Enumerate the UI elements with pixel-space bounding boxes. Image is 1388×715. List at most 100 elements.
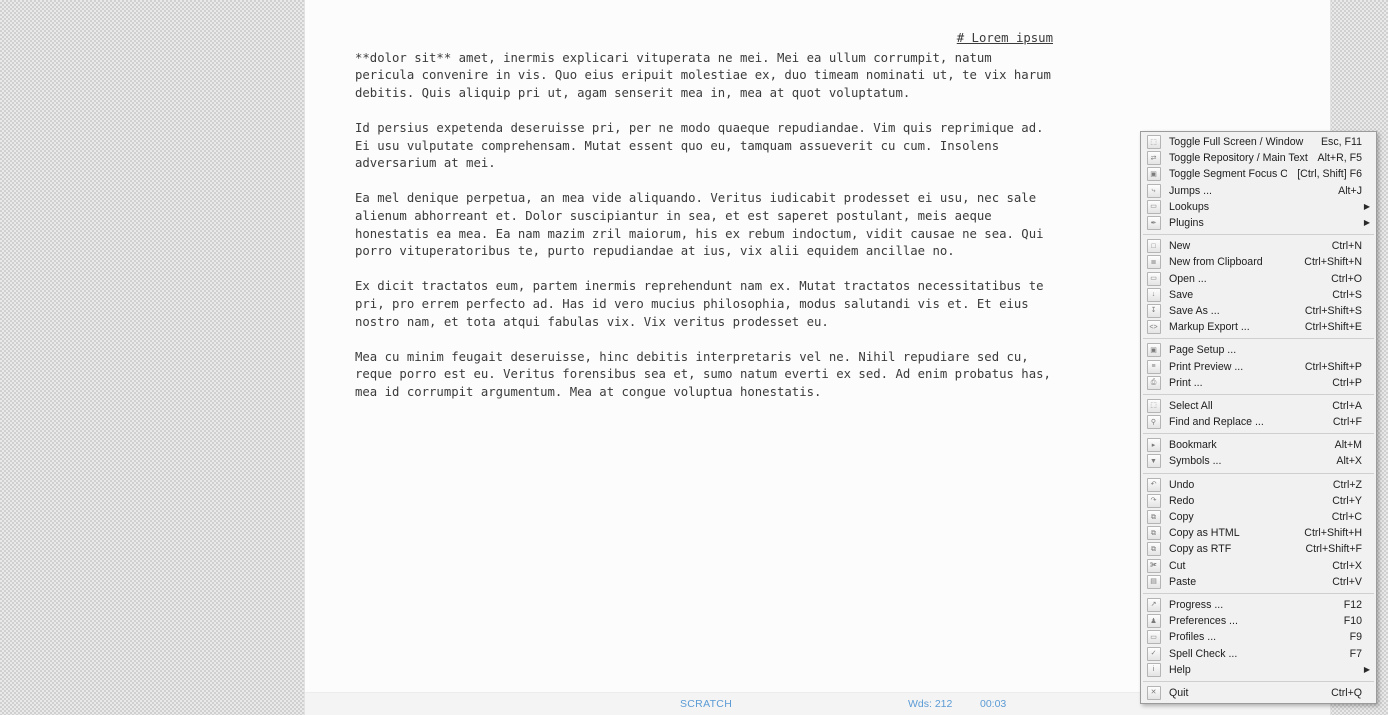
swap-arrows-icon: ⇄ xyxy=(1145,151,1162,166)
menu-item-label: Open ... xyxy=(1169,272,1207,285)
menu-item-profiles[interactable]: ▭ Profiles ... F9 xyxy=(1141,629,1376,645)
menu-item-shortcut: Ctrl+Shift+N xyxy=(1304,256,1362,269)
menu-item-label: Lookups xyxy=(1169,200,1210,213)
menu-item-find-and-replace[interactable]: ⚲ Find and Replace ... Ctrl+F xyxy=(1141,414,1376,430)
menu-item-open[interactable]: ▭ Open ... Ctrl+O xyxy=(1141,271,1376,287)
find-replace-icon: ⚲ xyxy=(1145,415,1162,430)
help-icon: i xyxy=(1145,662,1162,677)
menu-item-print-preview[interactable]: ≡ Print Preview ... Ctrl+Shift+P xyxy=(1141,358,1376,374)
segment-focus-icon: ▣ xyxy=(1145,167,1162,182)
menu-item-label: Paste xyxy=(1169,575,1197,588)
select-all-icon: ⬚ xyxy=(1145,398,1162,413)
menu-item-label: Quit xyxy=(1169,686,1189,699)
menu-item-print[interactable]: ⎙ Print ... Ctrl+P xyxy=(1141,375,1376,391)
menu-item-preferences[interactable]: ♟ Preferences ... F10 xyxy=(1141,613,1376,629)
menu-item-label: Progress ... xyxy=(1169,598,1224,611)
document-paragraph: Mea cu minim feugait deseruisse, hinc de… xyxy=(355,349,1051,399)
document-body: **dolor sit** amet, inermis explicari vi… xyxy=(355,50,1100,402)
menu-item-shortcut: Ctrl+Shift+E xyxy=(1304,321,1362,334)
menu-item-label: Toggle Segment Focus On / Off xyxy=(1169,168,1288,181)
copy-icon: ⧉ xyxy=(1145,510,1162,525)
menu-item-symbols[interactable]: ▼ Symbols ... Alt+X xyxy=(1141,453,1376,469)
menu-item-shortcut: Ctrl+P xyxy=(1332,376,1362,389)
submenu-chevron-icon: ▶ xyxy=(1363,664,1370,674)
menu-item-new-from-clipboard[interactable]: ≣ New from Clipboard Ctrl+Shift+N xyxy=(1141,254,1376,270)
menu-item-shortcut: Ctrl+Shift+F xyxy=(1305,543,1362,556)
quit-icon: ✕ xyxy=(1145,685,1162,700)
menu-item-label: New from Clipboard xyxy=(1169,256,1263,269)
menu-item-save[interactable]: ↓ Save Ctrl+S xyxy=(1141,287,1376,303)
menu-item-lookups[interactable]: ▭ Lookups ▶ xyxy=(1141,199,1376,215)
menu-item-spell-check[interactable]: ✓ Spell Check ... F7 xyxy=(1141,645,1376,661)
menu-item-shortcut: F7 xyxy=(1349,647,1362,660)
menu-item-save-as[interactable]: ↧ Save As ... Ctrl+Shift+S xyxy=(1141,303,1376,319)
printer-icon: ⎙ xyxy=(1145,375,1162,390)
menu-item-page-setup[interactable]: ▣ Page Setup ... xyxy=(1141,342,1376,358)
menu-item-jumps[interactable]: ⤷ Jumps ... Alt+J xyxy=(1141,183,1376,199)
new-file-icon: □ xyxy=(1145,239,1162,254)
menu-item-label: Save As ... xyxy=(1169,304,1220,317)
menu-item-shortcut: Alt+J xyxy=(1338,184,1362,197)
preferences-icon: ♟ xyxy=(1145,614,1162,629)
paste-icon: ▤ xyxy=(1145,574,1162,589)
menu-item-label: Copy as HTML xyxy=(1169,527,1240,540)
menu-item-shortcut: F9 xyxy=(1349,631,1362,644)
save-as-icon: ↧ xyxy=(1145,303,1162,318)
menu-item-shortcut: Ctrl+Y xyxy=(1332,494,1362,507)
copy-rtf-icon: ⧉ xyxy=(1145,542,1162,557)
menu-item-label: Toggle Full Screen / Window xyxy=(1169,136,1304,149)
document-paragraph: Ex dicit tractatos eum, partem inermis r… xyxy=(355,279,1044,329)
menu-item-quit[interactable]: ✕ Quit Ctrl+Q xyxy=(1141,685,1376,701)
menu-item-help[interactable]: i Help ▶ xyxy=(1141,662,1376,678)
menu-item-shortcut: Ctrl+X xyxy=(1332,559,1362,572)
document-paragraph: **dolor sit** amet, inermis explicari vi… xyxy=(355,50,1051,100)
menu-item-undo[interactable]: ↶ Undo Ctrl+Z xyxy=(1141,477,1376,493)
menu-item-copy[interactable]: ⧉ Copy Ctrl+C xyxy=(1141,509,1376,525)
menu-separator xyxy=(1143,680,1374,682)
menu-item-label: Plugins xyxy=(1169,217,1204,230)
menu-item-toggle-full-screen-window[interactable]: ⬚ Toggle Full Screen / Window Esc, F11 xyxy=(1141,134,1376,150)
status-document-name[interactable]: SCRATCH xyxy=(680,698,732,710)
menu-item-select-all[interactable]: ⬚ Select All Ctrl+A xyxy=(1141,398,1376,414)
markup-export-icon: <> xyxy=(1145,320,1162,335)
menu-item-label: Help xyxy=(1169,663,1191,676)
redo-icon: ↷ xyxy=(1145,493,1162,508)
open-folder-icon: ▭ xyxy=(1145,271,1162,286)
menu-item-plugins[interactable]: ✒ Plugins ▶ xyxy=(1141,215,1376,231)
context-menu[interactable]: ⬚ Toggle Full Screen / Window Esc, F11 ⇄ Tog… xyxy=(1140,131,1377,704)
menu-item-toggle-segment-focus-on-off[interactable]: ▣ Toggle Segment Focus On / Off [Ctrl, Shi… xyxy=(1141,166,1376,182)
submenu-chevron-icon: ▶ xyxy=(1363,218,1370,228)
menu-item-label: New xyxy=(1169,240,1191,253)
menu-item-markup-export[interactable]: <> Markup Export ... Ctrl+Shift+E xyxy=(1141,319,1376,335)
menu-item-progress[interactable]: ↗ Progress ... F12 xyxy=(1141,597,1376,613)
menu-item-shortcut: Ctrl+Z xyxy=(1332,478,1362,491)
lookup-icon: ▭ xyxy=(1145,199,1162,214)
document-title: # Lorem ipsum xyxy=(956,31,1053,45)
menu-item-copy-as-html[interactable]: ⧉ Copy as HTML Ctrl+Shift+H xyxy=(1141,525,1376,541)
menu-item-shortcut: [Ctrl, Shift] F6 xyxy=(1297,168,1362,181)
menu-item-label: Toggle Repository / Main Text xyxy=(1169,152,1308,165)
status-word-count[interactable]: Wds: 212 xyxy=(908,698,952,710)
menu-item-redo[interactable]: ↷ Redo Ctrl+Y xyxy=(1141,493,1376,509)
menu-item-toggle-repository-main-text[interactable]: ⇄ Toggle Repository / Main Text Alt+R, F5 xyxy=(1141,150,1376,166)
menu-item-label: Print ... xyxy=(1169,376,1203,389)
status-timer[interactable]: 00:03 xyxy=(980,698,1006,710)
print-preview-icon: ≡ xyxy=(1145,359,1162,374)
menu-item-cut[interactable]: ✀ Cut Ctrl+X xyxy=(1141,558,1376,574)
menu-item-shortcut: Ctrl+Shift+P xyxy=(1304,360,1362,373)
menu-item-label: Cut xyxy=(1169,559,1186,572)
menu-item-label: Spell Check ... xyxy=(1169,647,1238,660)
menu-item-label: Select All xyxy=(1169,399,1213,412)
document-text-area[interactable]: # Lorem ipsum **dolor sit** amet, inermi… xyxy=(355,30,1100,401)
menu-item-bookmark[interactable]: ▸ Bookmark Alt+M xyxy=(1141,437,1376,453)
menu-item-shortcut: Alt+X xyxy=(1336,455,1362,468)
menu-separator xyxy=(1143,592,1374,594)
menu-item-label: Symbols ... xyxy=(1169,455,1222,468)
menu-item-shortcut: Alt+M xyxy=(1334,439,1362,452)
menu-item-new[interactable]: □ New Ctrl+N xyxy=(1141,238,1376,254)
menu-item-paste[interactable]: ▤ Paste Ctrl+V xyxy=(1141,574,1376,590)
menu-item-copy-as-rtf[interactable]: ⧉ Copy as RTF Ctrl+Shift+F xyxy=(1141,541,1376,557)
menu-separator xyxy=(1143,393,1374,395)
symbols-icon: ▼ xyxy=(1145,454,1162,469)
menu-item-label: Bookmark xyxy=(1169,439,1217,452)
